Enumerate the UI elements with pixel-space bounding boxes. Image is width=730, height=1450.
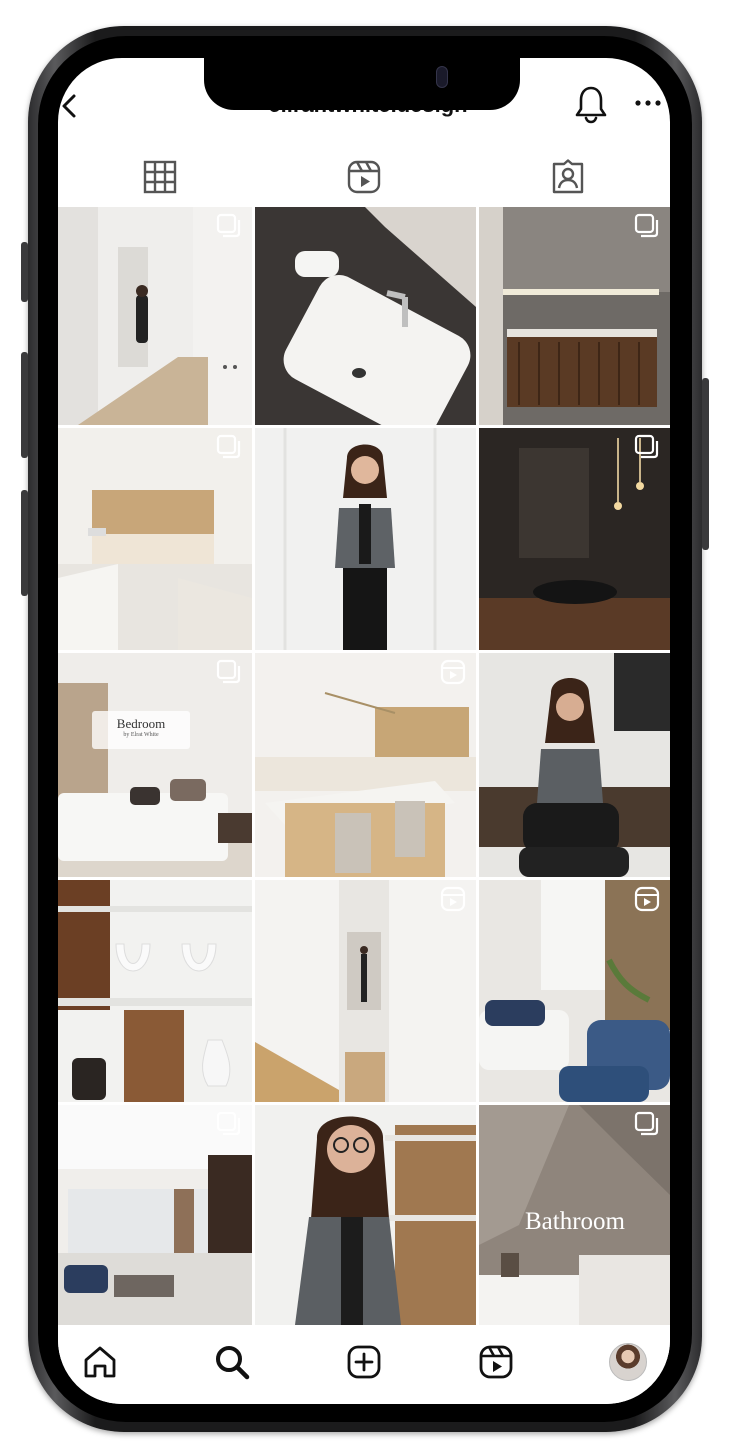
volume-up-button [21, 352, 28, 458]
volume-down-button [21, 490, 28, 596]
grid-post[interactable] [255, 653, 476, 877]
grid-post[interactable] [255, 207, 476, 425]
bottom-navigation [58, 1326, 670, 1404]
grid-post[interactable] [255, 428, 476, 650]
post-image [479, 207, 670, 425]
grid-post[interactable] [479, 207, 670, 425]
reel-icon [634, 886, 660, 912]
profile-avatar-icon [609, 1343, 647, 1381]
search-icon [216, 1346, 250, 1380]
nav-profile[interactable] [606, 1340, 650, 1384]
multi-photo-icon [216, 213, 241, 238]
post-title-card: Bedroom by Elrat White [92, 711, 190, 749]
nav-create[interactable] [342, 1340, 386, 1384]
post-image [255, 207, 476, 425]
multi-photo-icon [216, 659, 241, 684]
multi-photo-icon [634, 1111, 659, 1136]
multi-photo-icon [634, 213, 659, 238]
reels-icon [347, 160, 381, 194]
post-title-label: Bedroom [116, 716, 166, 731]
more-horizontal-icon[interactable] [634, 98, 662, 108]
app-screen: elirantwhite.design [58, 58, 670, 1404]
reel-icon [440, 659, 466, 685]
front-camera [436, 66, 448, 88]
grid-post[interactable]: Bathroom [479, 1105, 670, 1325]
grid-post[interactable] [58, 428, 252, 650]
grid-post[interactable] [58, 207, 252, 425]
grid-post[interactable] [255, 1105, 476, 1325]
bell-icon[interactable] [574, 84, 608, 124]
nav-search[interactable] [210, 1340, 254, 1384]
grid-icon [143, 160, 177, 194]
post-image [479, 428, 670, 650]
power-button [702, 378, 709, 550]
post-image [58, 1105, 252, 1325]
post-image [255, 1105, 476, 1325]
reels-icon [479, 1345, 513, 1379]
grid-post[interactable] [58, 880, 252, 1102]
home-icon [84, 1346, 116, 1378]
tab-reels[interactable] [262, 150, 466, 204]
multi-photo-icon [216, 434, 241, 459]
post-image [255, 880, 476, 1102]
grid-post[interactable]: Bedroom by Elrat White [58, 653, 252, 877]
chevron-left-icon[interactable] [58, 92, 80, 120]
posts-grid: Bedroom by Elrat White Bathroom [58, 207, 670, 1325]
post-title-label: Bathroom [525, 1208, 625, 1235]
post-image [58, 880, 252, 1102]
create-plus-icon [347, 1345, 381, 1379]
post-image [58, 428, 252, 650]
post-title-sublabel: by Elrat White [123, 732, 159, 738]
nav-home[interactable] [78, 1340, 122, 1384]
post-image [58, 653, 252, 877]
post-image [58, 207, 252, 425]
tab-tagged[interactable] [466, 150, 670, 204]
grid-post[interactable] [479, 428, 670, 650]
post-image [255, 428, 476, 650]
grid-post[interactable] [479, 880, 670, 1102]
grid-post[interactable] [255, 880, 476, 1102]
silent-switch [21, 242, 28, 302]
post-image [255, 653, 476, 877]
multi-photo-icon [216, 1111, 241, 1136]
tab-posts-grid[interactable] [58, 150, 262, 204]
tagged-person-icon [552, 159, 584, 194]
post-image [479, 880, 670, 1102]
grid-post[interactable] [479, 653, 670, 877]
reel-icon [440, 886, 466, 912]
nav-reels[interactable] [474, 1340, 518, 1384]
multi-photo-icon [634, 434, 659, 459]
profile-tabs [58, 150, 670, 204]
grid-post[interactable] [58, 1105, 252, 1325]
post-image [479, 653, 670, 877]
phone-notch [204, 58, 520, 110]
